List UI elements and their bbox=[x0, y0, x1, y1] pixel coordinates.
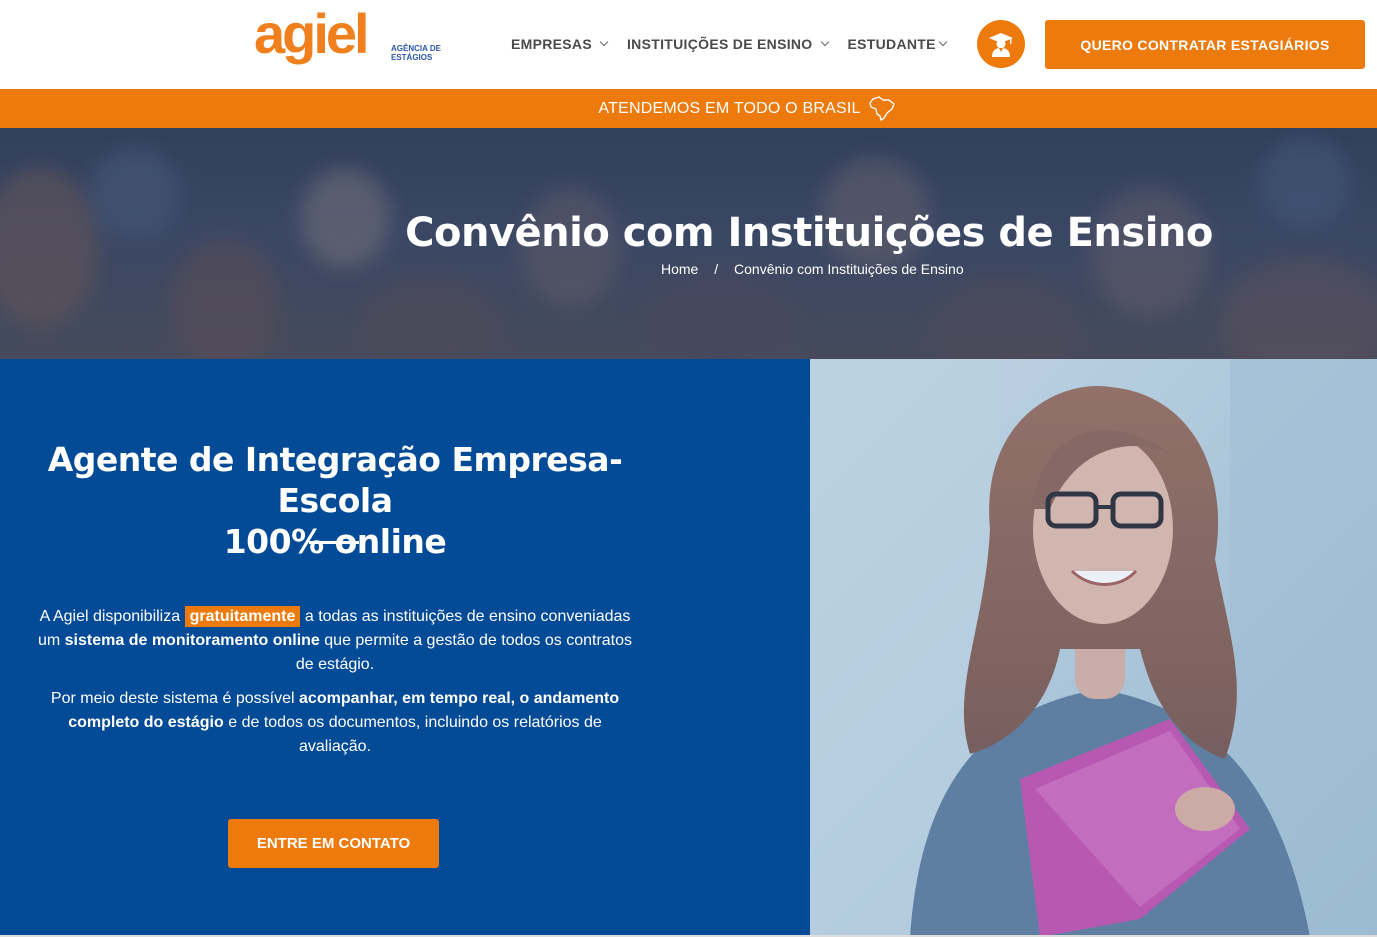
main-nav: EMPRESAS INSTITUIÇÕES DE ENSINO ESTUDANT… bbox=[511, 36, 966, 52]
title-divider bbox=[309, 541, 359, 544]
section-title-line-1: Agente de Integração Empresa-Escola bbox=[47, 440, 623, 520]
p1-text-c: que permite a gestão de todos os contrat… bbox=[295, 632, 633, 673]
teacher-photo bbox=[810, 359, 1377, 937]
p2-text-b: e de todos os documentos, incluindo os r… bbox=[228, 714, 602, 755]
agiel-logo[interactable]: agiel AGÊNCIA DE ESTÁGIOS bbox=[254, 6, 444, 76]
nav-item-label: EMPRESAS bbox=[511, 36, 592, 52]
free-highlight: gratuitamente bbox=[184, 606, 301, 627]
contact-button[interactable]: ENTRE EM CONTATO bbox=[228, 819, 439, 868]
page-title: Convênio com Instituições de Ensino bbox=[405, 210, 1213, 256]
chevron-down-icon bbox=[820, 37, 829, 47]
teacher-illustration bbox=[810, 359, 1377, 937]
logo-subtitle-line-1: AGÊNCIA DE bbox=[391, 44, 441, 53]
hire-interns-button[interactable]: QUERO CONTRATAR ESTAGIÁRIOS bbox=[1045, 20, 1365, 69]
p1-text-a: A Agiel disponibiliza bbox=[39, 608, 181, 625]
coverage-banner-text: ATENDEMOS EM TODO O BRASIL bbox=[598, 99, 861, 117]
site-header: agiel AGÊNCIA DE ESTÁGIOS EMPRESAS INSTI… bbox=[0, 0, 1377, 89]
breadcrumb-separator: / bbox=[714, 261, 719, 277]
student-area-button[interactable] bbox=[977, 20, 1025, 68]
breadcrumb-current: Convênio com Instituições de Ensino bbox=[734, 261, 964, 277]
chevron-down-icon bbox=[938, 37, 948, 47]
breadcrumb: Home / Convênio com Instituições de Ensi… bbox=[661, 261, 964, 277]
info-paragraph-1: A Agiel disponibiliza gratuitamente a to… bbox=[30, 605, 640, 677]
p1-bold: sistema de monitoramento online bbox=[64, 632, 320, 649]
brazil-map-icon bbox=[868, 95, 895, 121]
graduate-icon bbox=[989, 33, 1013, 57]
info-section: Agente de Integração Empresa-Escola 100%… bbox=[0, 359, 810, 937]
chevron-down-icon bbox=[599, 37, 609, 47]
logo-subtitle-line-2: ESTÁGIOS bbox=[391, 53, 433, 62]
p2-text-a: Por meio deste sistema é possível bbox=[50, 690, 295, 707]
nav-item-instituicoes[interactable]: INSTITUIÇÕES DE ENSINO bbox=[626, 36, 829, 52]
logo-subtitle: AGÊNCIA DE ESTÁGIOS bbox=[391, 44, 441, 62]
nav-item-empresas[interactable]: EMPRESAS bbox=[511, 36, 609, 52]
nav-item-label: INSTITUIÇÕES DE ENSINO bbox=[626, 36, 813, 52]
breadcrumb-home-link[interactable]: Home bbox=[661, 261, 698, 277]
coverage-banner: ATENDEMOS EM TODO O BRASIL bbox=[0, 89, 1377, 128]
logo-wordmark: agiel bbox=[254, 2, 370, 65]
nav-item-label: ESTUDANTE bbox=[847, 36, 936, 52]
page-hero: Convênio com Instituições de Ensino Home… bbox=[0, 128, 1377, 359]
info-paragraph-2: Por meio deste sistema é possível acompa… bbox=[30, 687, 640, 759]
nav-item-estudante[interactable]: ESTUDANTE bbox=[847, 36, 948, 52]
